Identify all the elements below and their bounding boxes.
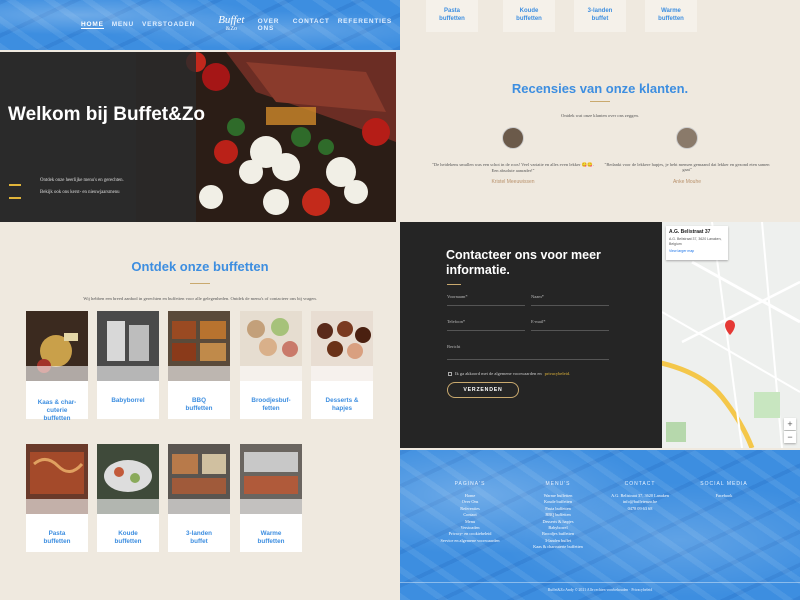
- logo-sub: &Zo: [225, 26, 238, 32]
- footer-contact-heading: CONTACT: [624, 481, 656, 487]
- footer: PAGINA'S Home Over Ons Referenties Conta…: [400, 450, 800, 600]
- footer-facebook-link[interactable]: Facebook: [684, 493, 764, 499]
- card-image: [26, 311, 88, 381]
- card-broodjes[interactable]: Broodjesbuf- fetten: [240, 311, 302, 419]
- map-address: A.G. Belistraat 37, 3620 Lanaken, Belgiu…: [669, 237, 722, 246]
- card-image: [26, 444, 88, 514]
- footer-menus: MENU'S Warme buffetten Koude buffetten P…: [518, 481, 598, 551]
- card-image: [240, 444, 302, 514]
- discover-description: Wij hebben een breed aanbod in gerechten…: [83, 296, 317, 301]
- logo[interactable]: Buffet &Zo: [213, 15, 250, 34]
- first-name-field[interactable]: Voornaam*: [447, 294, 525, 306]
- hero-food-image: [136, 52, 396, 222]
- card-label: 3-landen buffet: [186, 530, 212, 545]
- hero-subline-1: Ontdek onze heerlijke menu's en gerechte…: [40, 178, 124, 183]
- card-image: [240, 311, 302, 381]
- nav-over-ons[interactable]: Over ons: [258, 18, 285, 32]
- tab-3-landen-buffet[interactable]: 3-landen buffet: [574, 0, 626, 32]
- card-bbq[interactable]: BBQ buffetten: [168, 311, 230, 419]
- footer-copyright: Buffet&Zo Andy © 2021 Alle rechten voorb…: [547, 588, 653, 592]
- footer-link[interactable]: Service en algemene voorwaarden: [430, 538, 510, 544]
- phone-field[interactable]: Telefoon*: [447, 319, 525, 331]
- card-label: Babyborrel: [111, 397, 145, 404]
- footer-social-heading: SOCIAL MEDIA: [700, 481, 748, 487]
- hero-section: Welkom bij Buffet&Zo Ontdek onze heerlij…: [0, 52, 396, 222]
- card-image: [311, 311, 373, 381]
- consent-text: Ik ga akkoord met de algemene voorwaarde…: [455, 371, 542, 376]
- nav-referenties[interactable]: Referenties: [338, 18, 392, 32]
- google-map[interactable]: A.G. Belistraat 37 A.G. Belistraat 37, 3…: [662, 222, 800, 448]
- map-place-name: A.G. Belistraat 37: [669, 229, 711, 235]
- discover-underline: [190, 283, 210, 284]
- zoom-in-button[interactable]: +: [784, 418, 796, 430]
- avatar: [676, 127, 698, 149]
- reviewer-name-2: Anke Mouhe: [672, 179, 702, 185]
- card-label: BBQ buffetten: [185, 397, 213, 412]
- review-quote-2: "Bedankt voor de lekkere hapjes, je hebt…: [604, 162, 770, 172]
- reviews-subtitle: Ontdek wat onze klanten over ons zeggen.: [561, 113, 639, 118]
- contact-section: Contacteer ons voor meer informatie. Voo…: [400, 222, 662, 448]
- footer-social: SOCIAL MEDIA Facebook: [684, 481, 764, 499]
- card-warme[interactable]: Warme buffetten: [240, 444, 302, 552]
- card-image: [168, 311, 230, 381]
- nav-verstoaden[interactable]: Verstoaden: [142, 21, 195, 29]
- contact-title: Contacteer ons voor meer informatie.: [446, 248, 601, 277]
- card-image: [97, 444, 159, 514]
- card-label: Desserts & hapjes: [325, 397, 359, 412]
- card-desserts[interactable]: Desserts & hapjes: [311, 311, 373, 419]
- footer-menus-heading: MENU'S: [545, 481, 571, 487]
- tab-pasta-buffetten[interactable]: Pasta buffetten: [426, 0, 478, 32]
- nav-left: Home Menu Verstoaden: [81, 21, 203, 29]
- reviewer-name-1: Kristel Meeuwissen: [491, 179, 535, 185]
- nav-home[interactable]: Home: [81, 21, 104, 29]
- contact-underline: [447, 284, 461, 285]
- avatar: [502, 127, 524, 149]
- card-label: Warme buffetten: [257, 530, 285, 545]
- card-label: Kaas & char- cuterie buffetten: [37, 399, 77, 422]
- hero-accent-line-2: [9, 197, 21, 199]
- footer-phone[interactable]: 0478 09 63 68: [600, 506, 680, 512]
- privacy-link[interactable]: privacybeleid.: [545, 371, 571, 376]
- footer-divider: [400, 582, 800, 583]
- footer-pages: PAGINA'S Home Over Ons Referenties Conta…: [430, 481, 510, 544]
- card-label: Pasta buffetten: [43, 530, 71, 545]
- nav-right: Over ons Contact Referenties: [258, 18, 400, 32]
- card-babyborrel[interactable]: Babyborrel: [97, 311, 159, 419]
- page: Home Menu Verstoaden Buffet &Zo Over ons…: [0, 0, 800, 600]
- nav-contact[interactable]: Contact: [293, 18, 330, 32]
- hero-title: Welkom bij Buffet&Zo: [8, 104, 206, 125]
- card-label: Broodjesbuf- fetten: [251, 397, 291, 412]
- tab-koude-buffetten[interactable]: Koude buffetten: [503, 0, 555, 32]
- card-pasta[interactable]: Pasta buffetten: [26, 444, 88, 552]
- map-info-card: A.G. Belistraat 37 A.G. Belistraat 37, 3…: [666, 226, 728, 260]
- consent-checkbox[interactable]: [448, 371, 452, 376]
- consent-row: Ik ga akkoord met de algemene voorwaarde…: [448, 371, 570, 376]
- discover-title: Ontdek onze buffetten: [131, 259, 269, 274]
- reviews-underline: [590, 101, 610, 102]
- card-kaas-charcuterie[interactable]: Kaas & char- cuterie buffetten: [26, 311, 88, 422]
- message-field[interactable]: Bericht: [447, 344, 609, 360]
- footer-contact: CONTACT A.G. Belistraat 37, 3620 Lanaken…: [600, 481, 680, 512]
- last-name-field[interactable]: Naam*: [531, 294, 609, 306]
- card-koude[interactable]: Koude buffetten: [97, 444, 159, 552]
- card-label: Koude buffetten: [114, 530, 142, 545]
- review-quote-1: "De heidekens smullen was een schot in d…: [432, 162, 594, 173]
- tab-warme-buffetten[interactable]: Warme buffetten: [645, 0, 697, 32]
- nav-menu[interactable]: Menu: [112, 21, 134, 29]
- footer-pages-heading: PAGINA'S: [454, 481, 486, 487]
- top-navbar: Home Menu Verstoaden Buffet &Zo Over ons…: [0, 0, 400, 50]
- footer-link[interactable]: Kaas & charcuterie buffetten: [518, 544, 598, 550]
- zoom-out-button[interactable]: −: [784, 431, 796, 443]
- card-image: [168, 444, 230, 514]
- email-field[interactable]: E-mail*: [531, 319, 609, 331]
- send-button[interactable]: VERZENDEN: [447, 382, 519, 398]
- card-image: [97, 311, 159, 381]
- map-larger-link[interactable]: View larger map: [669, 249, 725, 253]
- hero-subline-2: Bekijk ook ons kerst- en nieuwjaarsmenu: [40, 190, 120, 195]
- card-3-landen[interactable]: 3-landen buffet: [168, 444, 230, 552]
- hero-accent-line: [9, 184, 21, 186]
- reviews-title: Recensies van onze klanten.: [511, 81, 689, 96]
